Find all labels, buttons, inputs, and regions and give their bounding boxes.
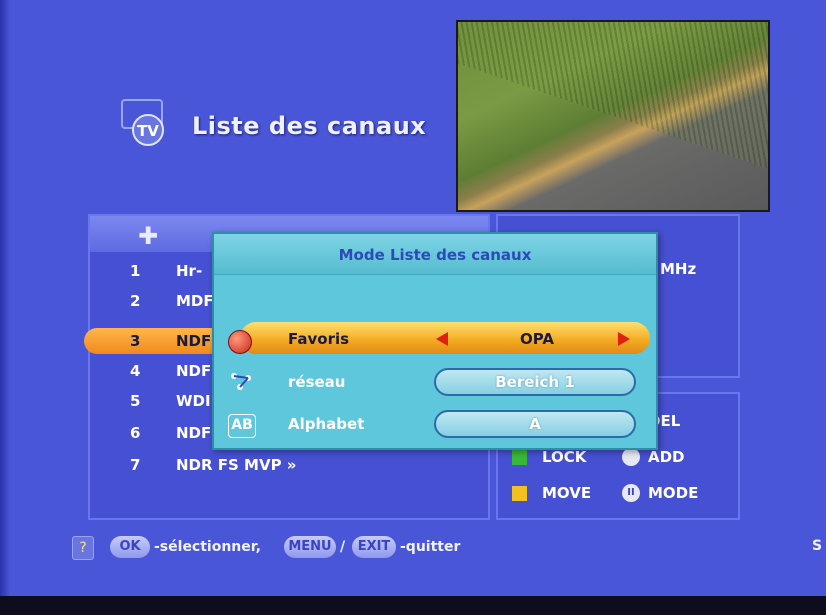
tv-icon: TV: [121, 99, 164, 146]
white-button-icon: [622, 448, 640, 466]
reseau-value-field[interactable]: Bereich 1: [434, 368, 636, 396]
legend-mode: MODE: [648, 484, 699, 502]
channel-number: 1: [130, 262, 141, 280]
bottom-strip: [0, 596, 826, 615]
channel-name: NDF: [176, 362, 212, 380]
favoris-value: OPA: [520, 330, 554, 348]
arrow-left-icon[interactable]: [436, 332, 448, 346]
help-icon: ?: [72, 536, 94, 560]
exit-key[interactable]: EXIT: [352, 536, 396, 558]
channel-name: NDR FS MVP »: [176, 456, 297, 474]
dialog-header: Mode Liste des canaux: [214, 234, 656, 275]
favoris-label: Favoris: [288, 330, 350, 348]
legend-move: MOVE: [542, 484, 592, 502]
alphabet-value-field[interactable]: A: [434, 410, 636, 438]
heart-icon: [228, 330, 252, 354]
channel-number: 4: [130, 362, 141, 380]
video-preview: [456, 20, 770, 212]
edge-text: S: [812, 538, 823, 554]
ok-key[interactable]: OK: [110, 536, 150, 558]
alphabet-label: Alphabet: [288, 415, 365, 433]
reseau-label: réseau: [288, 373, 346, 391]
yellow-button-icon: [512, 486, 527, 501]
slash-separator: /: [340, 539, 346, 555]
channel-row[interactable]: 7 NDR FS MVP »: [90, 452, 488, 478]
channel-list-mode-dialog: Mode Liste des canaux Favoris OPA réseau…: [212, 232, 658, 450]
arrow-right-icon[interactable]: [618, 332, 630, 346]
green-button-icon: [512, 450, 527, 465]
quit-hint: -quitter: [400, 539, 461, 555]
channel-name: WDI: [176, 392, 211, 410]
ab-icon: AB: [228, 414, 256, 438]
channel-name: Hr-: [176, 262, 203, 280]
channel-name: MDF: [176, 292, 214, 310]
channel-number: 2: [130, 292, 141, 310]
page-title: Liste des canaux: [192, 112, 427, 140]
pause-button-icon: II: [622, 484, 640, 502]
dialog-title: Mode Liste des canaux: [338, 246, 532, 264]
frequency-unit: MHz: [660, 260, 697, 278]
plus-icon[interactable]: ✚: [138, 222, 158, 250]
channel-name: NDF: [176, 332, 212, 350]
channel-number: 5: [130, 392, 141, 410]
channel-row-selected[interactable]: 3 NDF: [84, 328, 224, 354]
channel-number: 7: [130, 456, 141, 474]
legend-add: ADD: [648, 448, 685, 466]
left-shade: [0, 0, 10, 596]
network-icon: [231, 373, 251, 390]
select-hint: -sélectionner,: [154, 539, 261, 555]
svg-text:TV: TV: [137, 122, 159, 140]
channel-name: NDF: [176, 424, 212, 442]
legend-lock: LOCK: [542, 448, 587, 466]
menu-key[interactable]: MENU: [284, 536, 336, 558]
channel-number: 6: [130, 424, 141, 442]
channel-number: 3: [130, 332, 141, 350]
